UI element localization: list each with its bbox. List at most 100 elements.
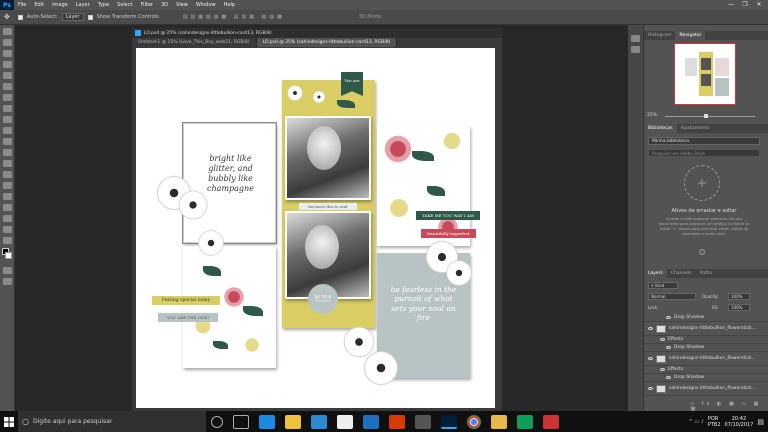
menu-select[interactable]: Select bbox=[113, 2, 136, 8]
eye-icon[interactable] bbox=[648, 357, 653, 360]
windows-start-icon[interactable] bbox=[0, 411, 18, 432]
close-button[interactable]: ✕ bbox=[752, 0, 766, 10]
menu-filter[interactable]: Filter bbox=[137, 2, 157, 8]
eraser-icon[interactable] bbox=[3, 138, 12, 145]
menu-edit[interactable]: Edit bbox=[30, 2, 48, 8]
tab-navigator[interactable]: Navigator bbox=[675, 31, 706, 40]
transform-checkbox[interactable] bbox=[87, 14, 93, 20]
dodge-icon[interactable] bbox=[3, 171, 12, 178]
explorer-icon[interactable] bbox=[285, 414, 301, 429]
folder-icon[interactable] bbox=[491, 414, 507, 429]
pen-tool-icon[interactable] bbox=[3, 182, 12, 189]
gradient-icon[interactable] bbox=[3, 149, 12, 156]
menu-type[interactable]: Type bbox=[94, 2, 113, 8]
opacity-value[interactable]: 100% bbox=[728, 293, 750, 300]
eye-icon[interactable] bbox=[666, 346, 671, 349]
menu-file[interactable]: File bbox=[14, 2, 30, 8]
brush-tool-icon[interactable] bbox=[3, 105, 12, 112]
eye-icon[interactable] bbox=[648, 387, 653, 390]
history-panel-icon[interactable] bbox=[631, 35, 640, 42]
menu-view[interactable]: View bbox=[172, 2, 192, 8]
office-icon[interactable] bbox=[389, 414, 405, 429]
layer-row[interactable]: sahindesigns-littlebullion_flowerstick..… bbox=[644, 352, 768, 366]
shape-tool-icon[interactable] bbox=[3, 215, 12, 222]
maximize-button[interactable]: ❐ bbox=[738, 0, 752, 10]
move-tool-icon[interactable] bbox=[3, 28, 12, 35]
zoom-slider[interactable] bbox=[665, 116, 755, 117]
background-color[interactable] bbox=[5, 252, 12, 259]
layer-effect[interactable]: Drop Shadow bbox=[644, 374, 768, 382]
navigator-thumbnail[interactable] bbox=[674, 43, 736, 105]
tab-layers[interactable]: Layers bbox=[644, 269, 667, 278]
minimize-button[interactable]: — bbox=[724, 0, 738, 10]
menu-layer[interactable]: Layer bbox=[72, 2, 94, 8]
color-swatches[interactable] bbox=[0, 248, 14, 264]
auto-select-checkbox[interactable] bbox=[18, 14, 23, 20]
quick-select-icon[interactable] bbox=[3, 61, 12, 68]
tray-icons[interactable]: ^ ▭ ♪ bbox=[689, 419, 704, 425]
clone-stamp-icon[interactable] bbox=[3, 116, 12, 123]
tab-libraries[interactable]: Bibliotecas bbox=[644, 124, 677, 133]
layer-effects-header[interactable]: Effects bbox=[644, 366, 768, 374]
photoshop-taskbar-icon[interactable] bbox=[441, 414, 457, 429]
menu-window[interactable]: Window bbox=[192, 2, 220, 8]
task-view-icon[interactable] bbox=[233, 414, 249, 429]
align-icons[interactable]: ▤▥▦▧▨▩ ▤▥▦ ▧▨▩ bbox=[183, 14, 285, 20]
canvas[interactable]: bright like glitter, and bubbly like cha… bbox=[136, 48, 495, 408]
eye-icon[interactable] bbox=[660, 368, 665, 371]
menu-3d[interactable]: 3D bbox=[157, 2, 172, 8]
help-icon[interactable]: ? bbox=[699, 249, 705, 255]
move-tool-icon[interactable]: ✥ bbox=[4, 13, 14, 21]
marquee-tool-icon[interactable] bbox=[3, 39, 12, 46]
tab-adjustments[interactable]: Ajustamento bbox=[677, 124, 714, 133]
store-icon[interactable] bbox=[415, 414, 431, 429]
menu-help[interactable]: Help bbox=[220, 2, 239, 8]
tab-histogram[interactable]: Histogram bbox=[644, 31, 675, 40]
auto-select-dropdown[interactable]: Layer bbox=[61, 13, 84, 21]
library-search[interactable]: Pesquisar em Adobe Stock bbox=[648, 149, 760, 157]
cortana-icon[interactable] bbox=[211, 415, 223, 428]
blend-mode[interactable]: Normal bbox=[648, 293, 696, 300]
healing-brush-icon[interactable] bbox=[3, 94, 12, 101]
eyedropper-icon[interactable] bbox=[3, 83, 12, 90]
type-tool-icon[interactable] bbox=[3, 193, 12, 200]
zoom-slider-thumb[interactable] bbox=[704, 114, 708, 118]
app2-icon[interactable] bbox=[543, 414, 559, 429]
blur-icon[interactable] bbox=[3, 160, 12, 167]
path-select-icon[interactable] bbox=[3, 204, 12, 211]
kind-filter[interactable]: ⚲ Kind bbox=[648, 282, 678, 289]
fill-value[interactable]: 100% bbox=[728, 304, 750, 311]
edge-icon[interactable] bbox=[259, 414, 275, 429]
crop-tool-icon[interactable] bbox=[3, 72, 12, 79]
zoom-tool-icon[interactable] bbox=[3, 237, 12, 244]
zoom-level[interactable]: 25% bbox=[647, 113, 657, 118]
eye-icon[interactable] bbox=[660, 338, 665, 341]
eye-icon[interactable] bbox=[666, 376, 671, 379]
tab-channels[interactable]: Channels bbox=[667, 269, 696, 278]
notification-icon[interactable]: ▤ bbox=[757, 418, 764, 426]
quick-mask-icon[interactable] bbox=[3, 267, 12, 274]
layer-effects-header[interactable]: Effects bbox=[644, 336, 768, 344]
layer-row[interactable]: sahindesigns-littlebullion_flowerstick..… bbox=[644, 382, 768, 396]
history-brush-icon[interactable] bbox=[3, 127, 12, 134]
eye-icon[interactable] bbox=[666, 316, 671, 319]
mail-icon[interactable] bbox=[337, 414, 353, 429]
layer-effect[interactable]: Drop Shadow bbox=[644, 314, 768, 322]
layer-row[interactable]: sahindesigns-littlebullion_flowerstick..… bbox=[644, 322, 768, 336]
hand-tool-icon[interactable] bbox=[3, 226, 12, 233]
eye-icon[interactable] bbox=[648, 327, 653, 330]
selection-handles[interactable] bbox=[182, 122, 277, 244]
tab-paths[interactable]: Paths bbox=[696, 269, 716, 278]
screen-mode-icon[interactable] bbox=[3, 278, 12, 285]
ie-icon[interactable] bbox=[311, 414, 327, 429]
menu-image[interactable]: Image bbox=[48, 2, 72, 8]
clock-date[interactable]: 07/10/2017 bbox=[725, 422, 754, 428]
properties-panel-icon[interactable] bbox=[631, 46, 640, 53]
tab-untitled[interactable]: Untitled-1 @ 25% (Love_This_Boy_web21, R… bbox=[132, 38, 257, 47]
kbd-label[interactable]: PTB2 bbox=[708, 422, 721, 428]
tab-lo-psd[interactable]: LO.psd @ 25% (sahindesigns-littlebullion… bbox=[256, 38, 398, 47]
chrome-icon[interactable] bbox=[467, 414, 481, 429]
taskbar-search[interactable]: ○ Digite aqui para pesquisar bbox=[18, 411, 206, 432]
app-icon[interactable] bbox=[517, 414, 533, 429]
lasso-tool-icon[interactable] bbox=[3, 50, 12, 57]
